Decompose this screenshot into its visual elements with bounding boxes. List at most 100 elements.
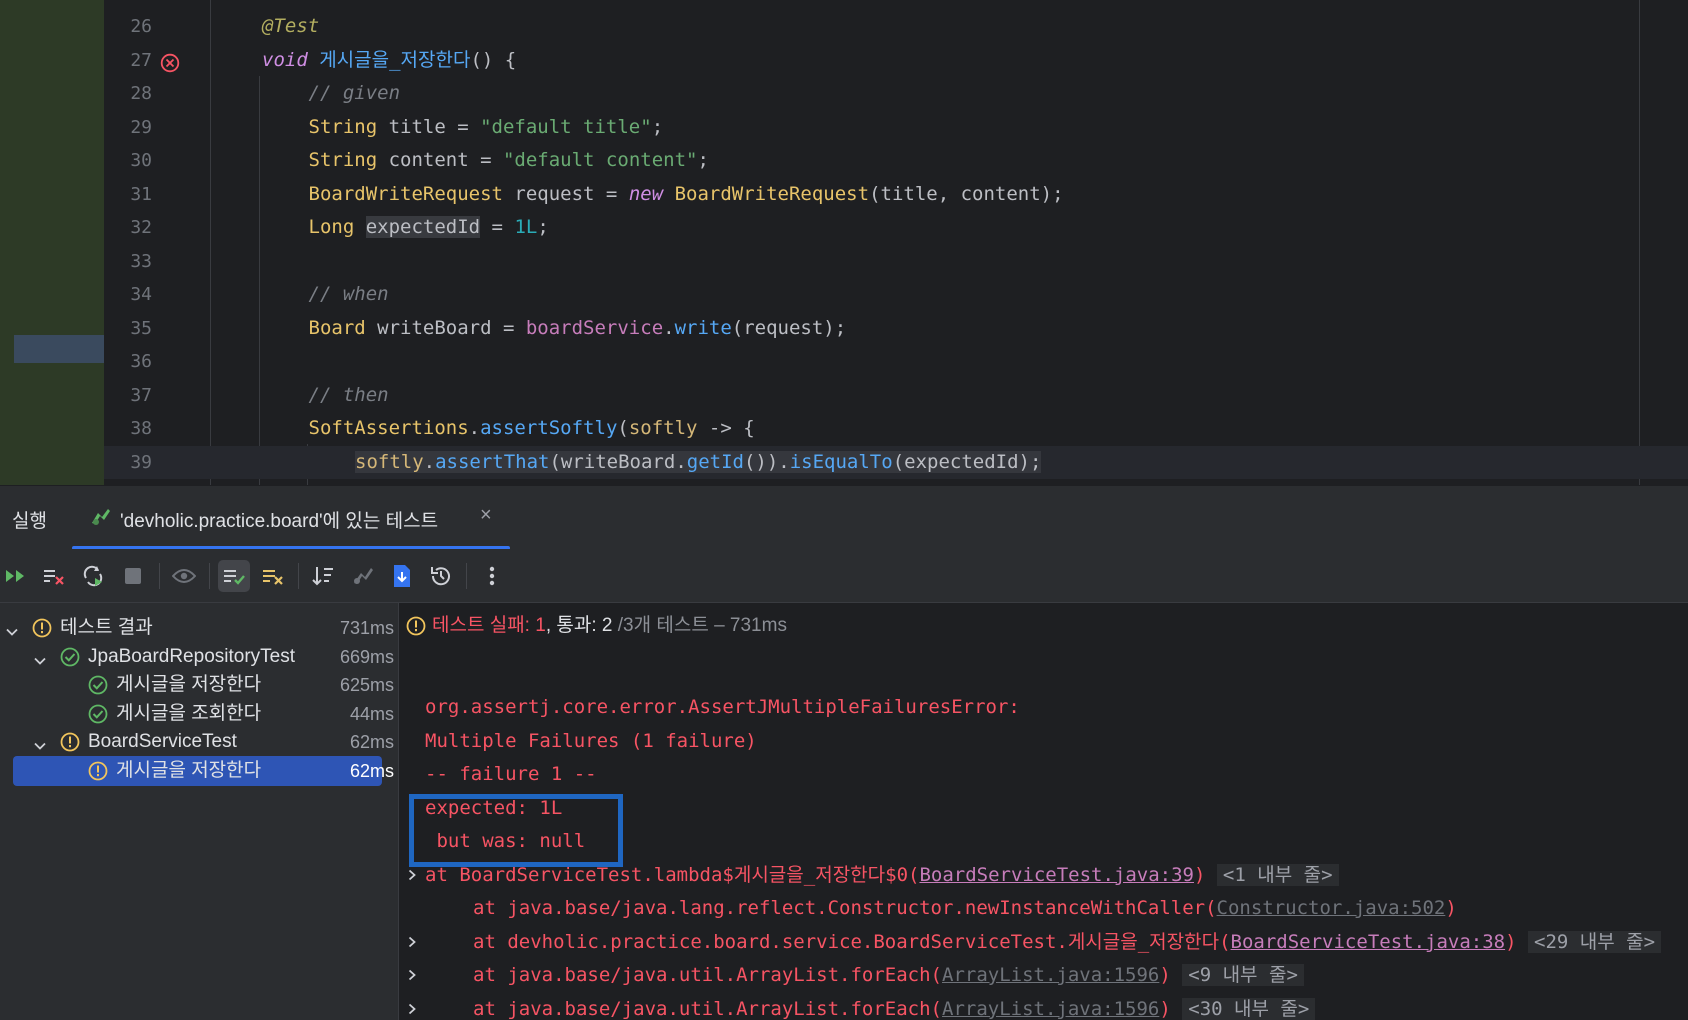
run-tab-label: 'devholic.practice.board'에 있는 테스트 <box>120 511 439 532</box>
rerun-tests-button[interactable] <box>0 560 32 592</box>
source-link[interactable]: BoardServiceTest.java:38 <box>1231 931 1506 953</box>
code-token: ()). <box>743 450 790 473</box>
code-token: . <box>663 316 675 339</box>
rerun-failed-icon <box>44 570 64 585</box>
code-line[interactable]: 33 <box>104 245 1688 279</box>
code-text: @Test <box>262 10 319 44</box>
line-number: 30 <box>130 150 152 171</box>
more-options-button[interactable] <box>476 560 508 592</box>
warning-icon <box>88 761 108 781</box>
code-token: . <box>468 417 481 439</box>
close-icon[interactable]: × <box>480 504 492 527</box>
code-token: "default title" <box>480 115 652 138</box>
code-line[interactable]: 38 SoftAssertions.assertSoftly(softly -> … <box>104 412 1688 446</box>
test-failed-icon[interactable] <box>160 51 180 72</box>
test-history-tree-button[interactable] <box>347 560 379 592</box>
code-line[interactable]: 32 Long expectedId = 1L; <box>104 211 1688 245</box>
source-link[interactable]: ArrayList.java:1596 <box>942 998 1159 1020</box>
tree-item-duration: 44ms <box>349 703 394 724</box>
show-ignored-button[interactable] <box>257 560 289 592</box>
line-number: 34 <box>130 284 152 305</box>
code-token: Long <box>308 216 355 238</box>
stack-frame-close: ) <box>1194 863 1206 886</box>
tree-item[interactable]: 게시글을 저장한다 625ms <box>0 670 398 700</box>
chevron-down-icon[interactable] <box>32 649 48 665</box>
source-link[interactable]: Constructor.java:502 <box>1217 897 1446 919</box>
sort-button[interactable] <box>307 560 339 592</box>
test-results-tree[interactable]: 테스트 결과 731ms JpaBoardRepositoryTest 669ms 게시… <box>0 603 399 1020</box>
code-line[interactable]: 35 Board writeBoard = boardService.write(… <box>104 312 1688 346</box>
chevron-right-icon[interactable] <box>405 968 419 982</box>
stop-button[interactable] <box>117 560 149 592</box>
folded-frames-badge[interactable]: <1 내부 줄> <box>1216 863 1339 886</box>
stack-frame-close: ) <box>1445 897 1457 919</box>
stack-frame-text: at devholic.practice.board.service.Board… <box>473 930 1231 953</box>
code-token: @Test <box>262 15 320 37</box>
code-token: expectedId <box>365 216 481 238</box>
auto-rerun-icon <box>83 565 103 587</box>
test-console-output[interactable]: 테스트 실패: 1, 통과: 2 /3개 테스트 – 731ms org.ass… <box>399 603 1688 1020</box>
console-error-line: -- failure 1 -- <box>425 763 597 785</box>
code-line[interactable]: 37 // then <box>104 379 1688 413</box>
code-text: // when <box>309 278 389 312</box>
source-link[interactable]: BoardServiceTest.java:39 <box>919 864 1194 886</box>
tree-item-duration: 625ms <box>339 675 394 695</box>
line-number: 38 <box>130 418 152 439</box>
tree-item[interactable]: JpaBoardRepositoryTest 669ms <box>0 642 398 672</box>
eye-icon <box>172 569 196 583</box>
line-number: 26 <box>130 16 152 37</box>
show-passed-button[interactable] <box>168 560 200 592</box>
toggle-auto-test-button[interactable] <box>77 560 109 592</box>
test-run-icon <box>90 507 112 532</box>
code-line[interactable]: 29 String title = "default title"; <box>104 111 1688 145</box>
tree-item[interactable]: 게시글을 저장한다 62ms <box>0 755 398 786</box>
code-line[interactable]: 34 // when <box>104 278 1688 312</box>
code-token: 게시글을_저장한다 <box>319 48 471 71</box>
tree-item[interactable]: BoardServiceTest 62ms <box>0 727 398 757</box>
code-line[interactable]: 27 void 게시글을_저장한다() { <box>104 44 1688 78</box>
code-line[interactable]: 31 BoardWriteRequest request = new BoardW… <box>104 178 1688 212</box>
chevron-down-icon[interactable] <box>32 734 48 750</box>
tree-item-duration: 669ms <box>339 646 394 667</box>
chevron-right-icon[interactable] <box>405 935 419 949</box>
import-tests-button[interactable] <box>386 560 418 592</box>
line-number: 28 <box>130 83 152 104</box>
stack-frame-text: at java.base/java.lang.reflect.Construct… <box>473 897 1217 919</box>
code-line[interactable]: 36 <box>104 345 1688 379</box>
folded-frames-badge[interactable]: <30 내부 줄> <box>1182 997 1316 1020</box>
show-passed-toggle-button[interactable] <box>218 560 250 592</box>
code-line[interactable]: 26 @Test <box>104 10 1688 44</box>
chevron-right-icon[interactable] <box>405 868 419 882</box>
folded-frames-badge[interactable]: <9 내부 줄> <box>1182 964 1304 986</box>
line-number: 35 <box>130 317 152 339</box>
list-check-icon <box>224 570 245 585</box>
run-tab[interactable]: 'devholic.practice.board'에 있는 테스트 × <box>72 486 510 550</box>
code-token: -> { <box>697 417 755 439</box>
tree-item[interactable]: 게시글을 조회한다 44ms <box>0 699 398 729</box>
line-number: 29 <box>130 116 152 138</box>
tree-item-label: 테스트 결과 <box>60 617 153 638</box>
code-token: isEqualTo <box>789 450 893 473</box>
chevron-down-icon[interactable] <box>4 620 20 636</box>
rerun-failed-button[interactable] <box>38 560 70 592</box>
code-line[interactable]: 28 // given <box>104 77 1688 111</box>
chevron-right-icon[interactable] <box>405 1002 419 1016</box>
line-number: 32 <box>130 217 152 238</box>
code-text: softly.assertThat(writeBoard.getId()).is… <box>355 446 1042 480</box>
code-line[interactable]: 30 String content = "default content"; <box>104 144 1688 178</box>
run-history-button[interactable] <box>425 560 457 592</box>
code-line[interactable]: 39 softly.assertThat(writeBoard.getId()).… <box>104 445 1688 480</box>
list-ignored-icon <box>263 570 283 585</box>
code-token: getId <box>686 450 744 473</box>
code-token: (request); <box>731 316 847 339</box>
more-vertical-icon <box>489 566 495 586</box>
import-icon <box>394 565 410 587</box>
folded-frames-badge[interactable]: <29 내부 줄> <box>1528 930 1662 953</box>
scroll-marker <box>14 335 104 363</box>
tree-test-icon <box>354 568 373 584</box>
tree-item[interactable]: 테스트 결과 731ms <box>0 613 398 643</box>
code-token: . <box>423 450 436 473</box>
stack-trace-line: at java.base/java.lang.reflect.Construct… <box>473 892 1457 926</box>
code-editor[interactable]: 26 @Test 27 void 게시글을_저장한다() {28 // given 29 S… <box>0 0 1688 485</box>
source-link[interactable]: ArrayList.java:1596 <box>942 964 1159 986</box>
